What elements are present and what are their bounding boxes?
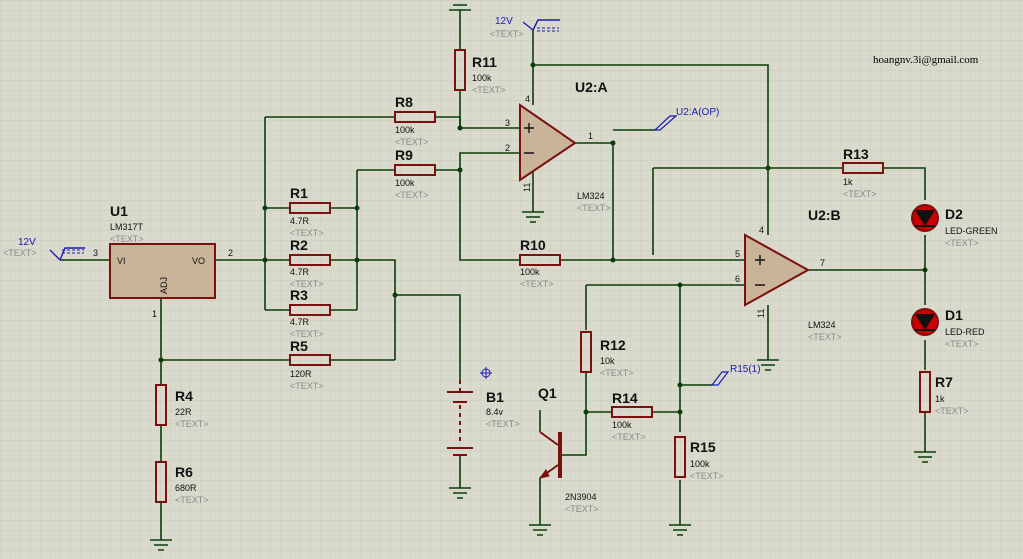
placeholder-text: <TEXT> xyxy=(945,238,979,248)
placeholder-text: <TEXT> xyxy=(472,85,506,95)
terminal-label: R15(1) xyxy=(730,364,761,375)
pin-number: 2 xyxy=(505,143,510,153)
pin-label: VO xyxy=(192,256,205,266)
component-value: 100k xyxy=(520,267,540,277)
placeholder-text: <TEXT> xyxy=(395,137,429,147)
pin-number: 11 xyxy=(756,309,766,318)
placeholder-text: <TEXT> xyxy=(600,368,634,378)
component-value: LM317T xyxy=(110,222,144,232)
placeholder-text: <TEXT> xyxy=(520,279,554,289)
component-value: 100k xyxy=(612,420,632,430)
component-ref: R3 xyxy=(290,287,308,303)
component-ref: R4 xyxy=(175,388,193,404)
placeholder-text: <TEXT> xyxy=(486,419,520,429)
component-value: 1k xyxy=(935,394,945,404)
pin-number: 6 xyxy=(735,274,740,284)
placeholder-text: <TEXT> xyxy=(290,381,324,391)
component-value: LM324 xyxy=(808,320,836,330)
schematic-canvas: 12V <TEXT> 12V <TEXT> U2:A(OP) R15(1) ho… xyxy=(0,0,1023,559)
component-value: 2N3904 xyxy=(565,492,597,502)
component-ref: U1 xyxy=(110,203,128,219)
component-value: 4.7R xyxy=(290,216,310,226)
component-ref: R9 xyxy=(395,147,413,163)
component-value: 680R xyxy=(175,483,197,493)
placeholder-text: <TEXT> xyxy=(808,332,842,342)
pin-label: VI xyxy=(117,256,126,266)
pin-number: 4 xyxy=(759,225,764,235)
component-value: LM324 xyxy=(577,191,605,201)
component-value: 100k xyxy=(395,178,415,188)
component-value: 100k xyxy=(690,459,710,469)
component-value: 1k xyxy=(843,177,853,187)
placeholder-text: <TEXT> xyxy=(690,471,724,481)
placeholder-text: <TEXT> xyxy=(945,339,979,349)
component-value: LED-GREEN xyxy=(945,226,998,236)
component-ref: D1 xyxy=(945,307,963,323)
component-ref: B1 xyxy=(486,389,504,405)
component-value: LED-RED xyxy=(945,327,985,337)
component-value: 22R xyxy=(175,407,192,417)
component-ref: R13 xyxy=(843,146,869,162)
component-value: 8.4v xyxy=(486,407,504,417)
component-value: 4.7R xyxy=(290,317,310,327)
component-ref: D2 xyxy=(945,206,963,222)
component-ref: R15 xyxy=(690,439,716,455)
placeholder-text: <TEXT> xyxy=(110,234,144,244)
pin-number: 1 xyxy=(588,131,593,141)
component-ref: R14 xyxy=(612,390,638,406)
component-ref: U2:A xyxy=(575,79,608,95)
placeholder-text: <TEXT> xyxy=(175,419,209,429)
placeholder-text: <TEXT> xyxy=(175,495,209,505)
pin-number: 1 xyxy=(152,309,157,319)
terminal-label: 12V xyxy=(495,16,513,27)
terminal-label: U2:A(OP) xyxy=(676,107,719,118)
pin-number: 7 xyxy=(820,258,825,268)
placeholder-text: <TEXT> xyxy=(843,189,877,199)
component-value: 4.7R xyxy=(290,267,310,277)
component-value: 100k xyxy=(395,125,415,135)
placeholder-text: <TEXT> xyxy=(935,406,969,416)
pin-number: 5 xyxy=(735,249,740,259)
placeholder-text: <TEXT> xyxy=(577,203,611,213)
placeholder-text: <TEXT> xyxy=(565,504,599,514)
component-ref: U2:B xyxy=(808,207,841,223)
component-ref: R11 xyxy=(472,54,497,70)
component-ref: R5 xyxy=(290,338,308,354)
pin-number: 4 xyxy=(525,94,530,104)
component-value: 10k xyxy=(600,356,615,366)
terminal-label: 12V xyxy=(18,237,36,248)
component-ref: Q1 xyxy=(538,385,557,401)
component-ref: R1 xyxy=(290,185,308,201)
pin-number: 3 xyxy=(505,118,510,128)
pin-number: 2 xyxy=(228,248,233,258)
component-ref: R2 xyxy=(290,237,308,253)
component-ref: R8 xyxy=(395,94,413,110)
author-email: hoangnv.3i@gmail.com xyxy=(873,54,979,66)
component-value: 100k xyxy=(472,73,492,83)
component-value: 120R xyxy=(290,369,312,379)
pin-label: ADJ xyxy=(159,277,169,294)
placeholder-text: <TEXT> xyxy=(3,248,37,258)
component-ref: R6 xyxy=(175,464,193,480)
placeholder-text: <TEXT> xyxy=(612,432,646,442)
placeholder-text: <TEXT> xyxy=(395,190,429,200)
pin-number: 11 xyxy=(522,183,532,192)
component-ref: R12 xyxy=(600,337,626,353)
component-ref: R7 xyxy=(935,374,953,390)
placeholder-text: <TEXT> xyxy=(490,29,524,39)
pin-number: 3 xyxy=(93,248,98,258)
component-ref: R10 xyxy=(520,237,546,253)
